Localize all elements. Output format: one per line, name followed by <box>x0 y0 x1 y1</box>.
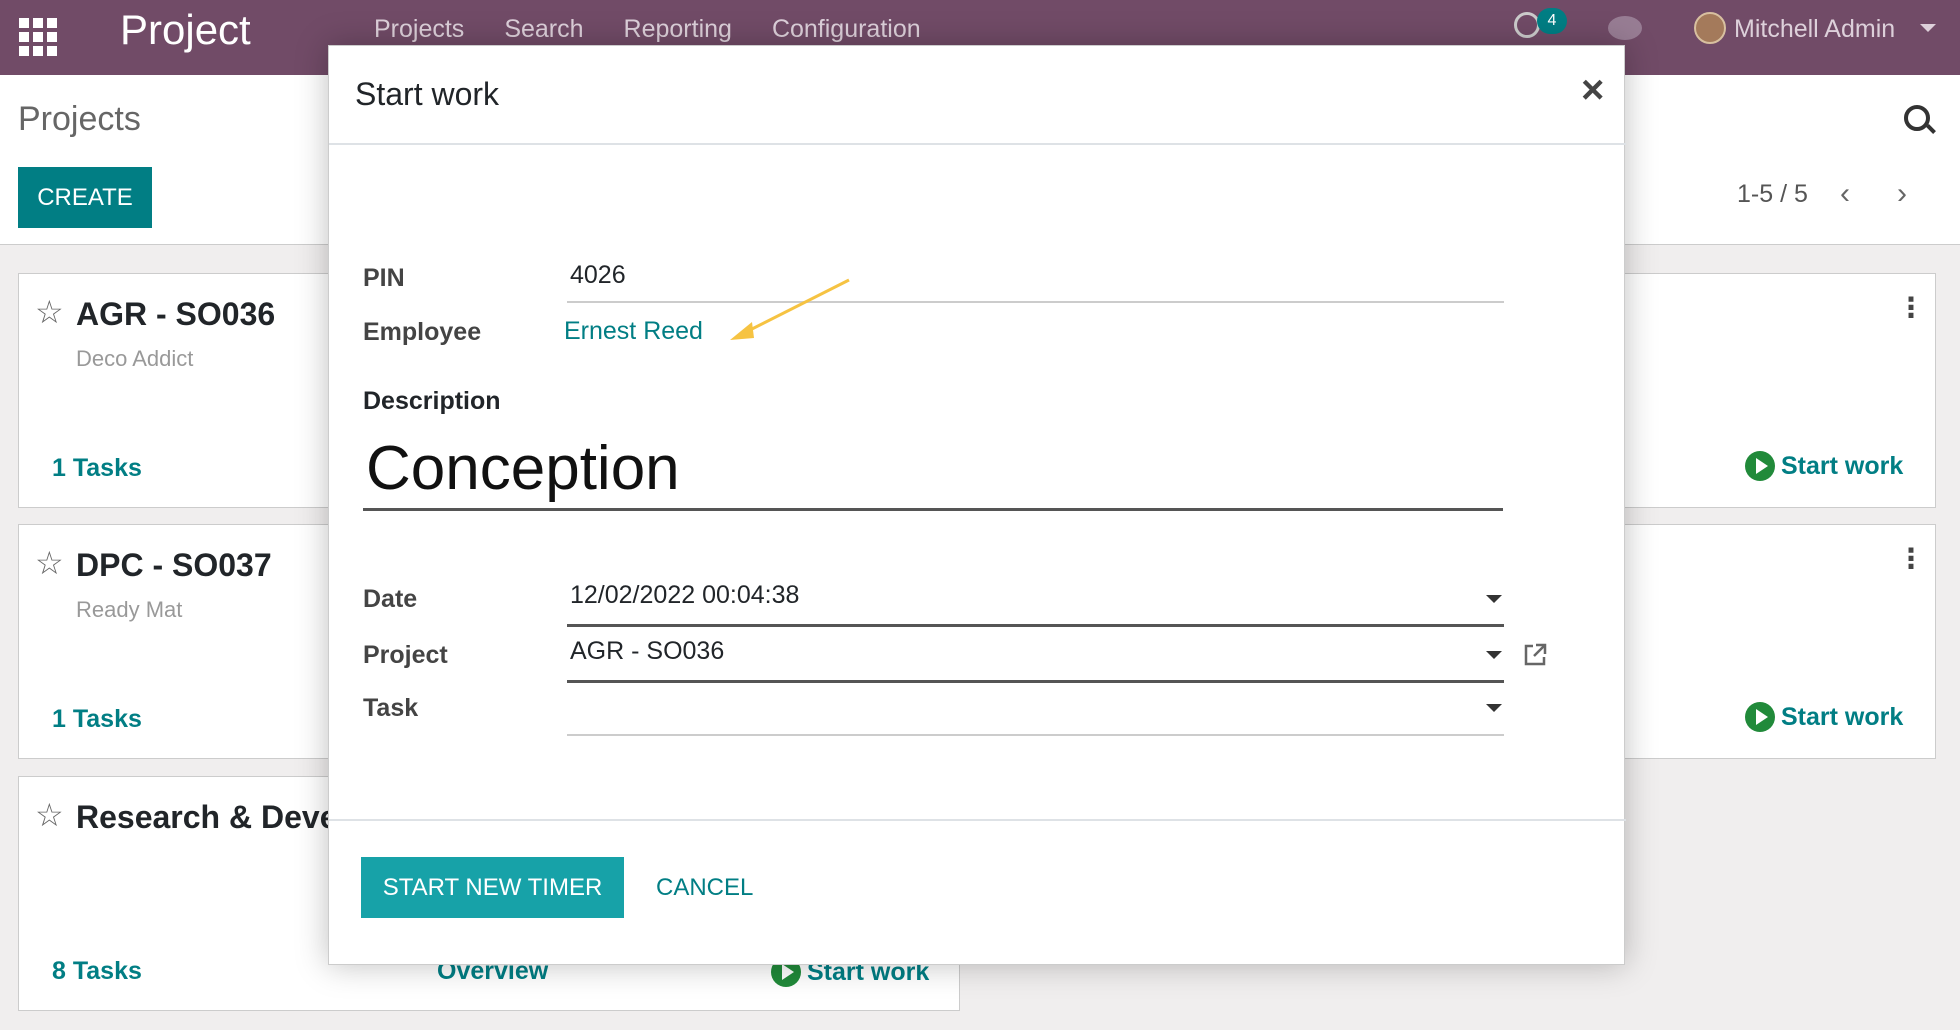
external-link-icon[interactable] <box>1522 642 1548 668</box>
dialog-body: PIN 4026 Employee Ernest Reed Descriptio… <box>329 145 1626 821</box>
activity-clock-icon[interactable] <box>1514 12 1540 38</box>
menu-item-reporting[interactable]: Reporting <box>624 14 732 44</box>
project-field[interactable]: AGR - SO036 <box>567 637 1504 683</box>
pin-label: PIN <box>363 264 405 292</box>
start-work-link[interactable]: Start work <box>1745 702 1903 732</box>
card-tasks-link[interactable]: 1 Tasks <box>52 705 142 734</box>
app-brand[interactable]: Project <box>120 6 251 54</box>
caret-down-icon[interactable] <box>1486 595 1502 603</box>
create-button[interactable]: CREATE <box>18 167 152 228</box>
annotation-arrow-icon <box>730 278 850 340</box>
breadcrumb: Projects <box>18 100 141 138</box>
chevron-down-icon[interactable] <box>1920 24 1936 32</box>
play-icon <box>1745 702 1775 732</box>
apps-menu-icon[interactable] <box>15 14 57 56</box>
card-customer: Ready Mat <box>76 597 183 622</box>
play-icon <box>1745 451 1775 481</box>
employee-link[interactable]: Ernest Reed <box>564 317 703 346</box>
menu-item-search[interactable]: Search <box>504 14 583 44</box>
more-options-icon[interactable]: ⋮ <box>1897 294 1925 322</box>
user-name[interactable]: Mitchell Admin <box>1734 14 1895 44</box>
description-label: Description <box>363 387 501 415</box>
chevron-left-icon[interactable]: ‹ <box>1840 179 1850 209</box>
project-label: Project <box>363 641 448 669</box>
cancel-button[interactable]: CANCEL <box>656 857 753 918</box>
project-card-right[interactable]: ⋮ Start work <box>1620 273 1936 508</box>
search-icon[interactable] <box>1904 105 1930 131</box>
caret-down-icon[interactable] <box>1486 651 1502 659</box>
start-work-label: Start work <box>1781 702 1904 731</box>
date-value: 12/02/2022 00:04:38 <box>570 581 800 609</box>
project-value: AGR - SO036 <box>570 637 725 665</box>
close-icon[interactable]: × <box>1581 70 1604 110</box>
start-work-label: Start work <box>1781 451 1904 480</box>
project-card-right[interactable]: ⋮ Start work <box>1620 524 1936 759</box>
dialog-header: Start work × <box>329 46 1626 145</box>
start-new-timer-button[interactable]: START NEW TIMER <box>361 857 624 918</box>
activity-count-badge: 4 <box>1537 8 1567 34</box>
start-work-dialog: Start work × PIN 4026 Employee Ernest Re… <box>328 45 1626 966</box>
card-title: AGR - SO036 <box>76 296 276 332</box>
user-avatar[interactable] <box>1694 12 1726 44</box>
menu-item-configuration[interactable]: Configuration <box>772 14 921 44</box>
description-field[interactable]: Conception <box>363 430 1503 511</box>
employee-label: Employee <box>363 318 482 346</box>
dialog-footer: START NEW TIMER CANCEL <box>329 821 1626 966</box>
date-field[interactable]: 12/02/2022 00:04:38 <box>567 581 1504 627</box>
chat-icon[interactable] <box>1608 16 1642 40</box>
date-label: Date <box>363 585 418 613</box>
card-tasks-link[interactable]: 8 Tasks <box>52 957 142 986</box>
main-menu: Projects Search Reporting Configuration <box>374 14 961 44</box>
star-icon[interactable]: ☆ <box>35 799 64 831</box>
pin-field[interactable]: 4026 <box>567 261 1504 303</box>
start-work-link[interactable]: Start work <box>1745 451 1903 481</box>
task-field[interactable] <box>567 690 1504 736</box>
dialog-title: Start work <box>355 76 500 112</box>
card-tasks-link[interactable]: 1 Tasks <box>52 454 142 483</box>
star-icon[interactable]: ☆ <box>35 296 64 328</box>
pager-value[interactable]: 1-5 / 5 <box>1737 180 1808 209</box>
chevron-right-icon[interactable]: › <box>1897 179 1907 209</box>
menu-item-projects[interactable]: Projects <box>374 14 464 44</box>
caret-down-icon[interactable] <box>1486 704 1502 712</box>
card-customer: Deco Addict <box>76 346 194 371</box>
card-title: DPC - SO037 <box>76 547 272 583</box>
star-icon[interactable]: ☆ <box>35 547 64 579</box>
task-label: Task <box>363 694 419 722</box>
more-options-icon[interactable]: ⋮ <box>1897 545 1925 573</box>
